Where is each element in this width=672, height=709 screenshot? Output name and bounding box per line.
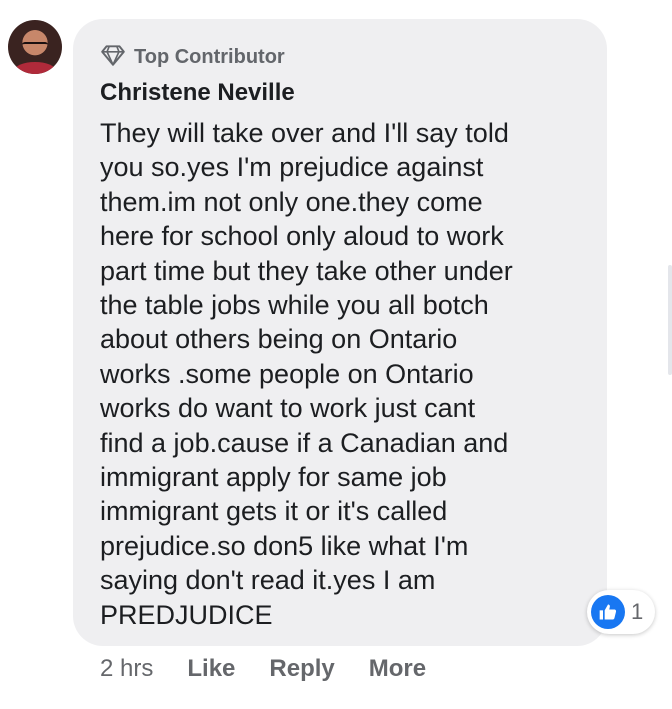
more-button[interactable]: More xyxy=(369,655,426,683)
comment-line: prejudice.so don5 like what I'm xyxy=(100,530,469,561)
comment-line: saying don't read it.yes I am xyxy=(100,565,436,596)
scrollbar[interactable] xyxy=(668,265,672,375)
comment-line: you so.yes I'm prejudice against xyxy=(100,152,484,183)
top-contributor-badge: Top Contributor xyxy=(100,42,285,73)
comment-line: immigrant gets it or it's called xyxy=(100,496,448,527)
comment-line: find a job.cause if a Canadian and xyxy=(100,427,509,458)
comment-actions: 2 hrs Like Reply More xyxy=(100,655,460,683)
comment-author[interactable]: Christene Neville xyxy=(100,79,295,107)
reply-button[interactable]: Reply xyxy=(269,655,334,683)
comment-line: works .some people on Ontario xyxy=(100,358,474,389)
comment-line: about others being on Ontario xyxy=(100,324,458,355)
comment-line: immigrant apply for same job xyxy=(100,462,447,493)
avatar[interactable] xyxy=(8,20,62,74)
comment-line: works do want to work just cant xyxy=(100,393,476,424)
diamond-icon xyxy=(100,42,126,73)
reaction-summary[interactable]: 1 xyxy=(587,590,656,634)
avatar-shirt xyxy=(14,62,56,74)
thumbs-up-icon xyxy=(591,595,625,629)
comment-line: They will take over and I'll say told xyxy=(100,118,509,148)
comment-timestamp[interactable]: 2 hrs xyxy=(100,655,153,683)
comment-line: them.im not only one.they come xyxy=(100,186,483,217)
avatar-glasses xyxy=(22,42,48,50)
comment-line: here for school only aloud to work xyxy=(100,221,504,252)
comment-line: PREDJUDICE xyxy=(100,599,273,630)
badge-label: Top Contributor xyxy=(134,46,285,68)
like-button[interactable]: Like xyxy=(187,655,235,683)
comment-text: They will take over and I'll say told yo… xyxy=(100,116,600,632)
reaction-count: 1 xyxy=(631,599,644,624)
comment-line: part time but they take other under xyxy=(100,255,513,286)
comment-line: the table jobs while you all botch xyxy=(100,290,489,321)
